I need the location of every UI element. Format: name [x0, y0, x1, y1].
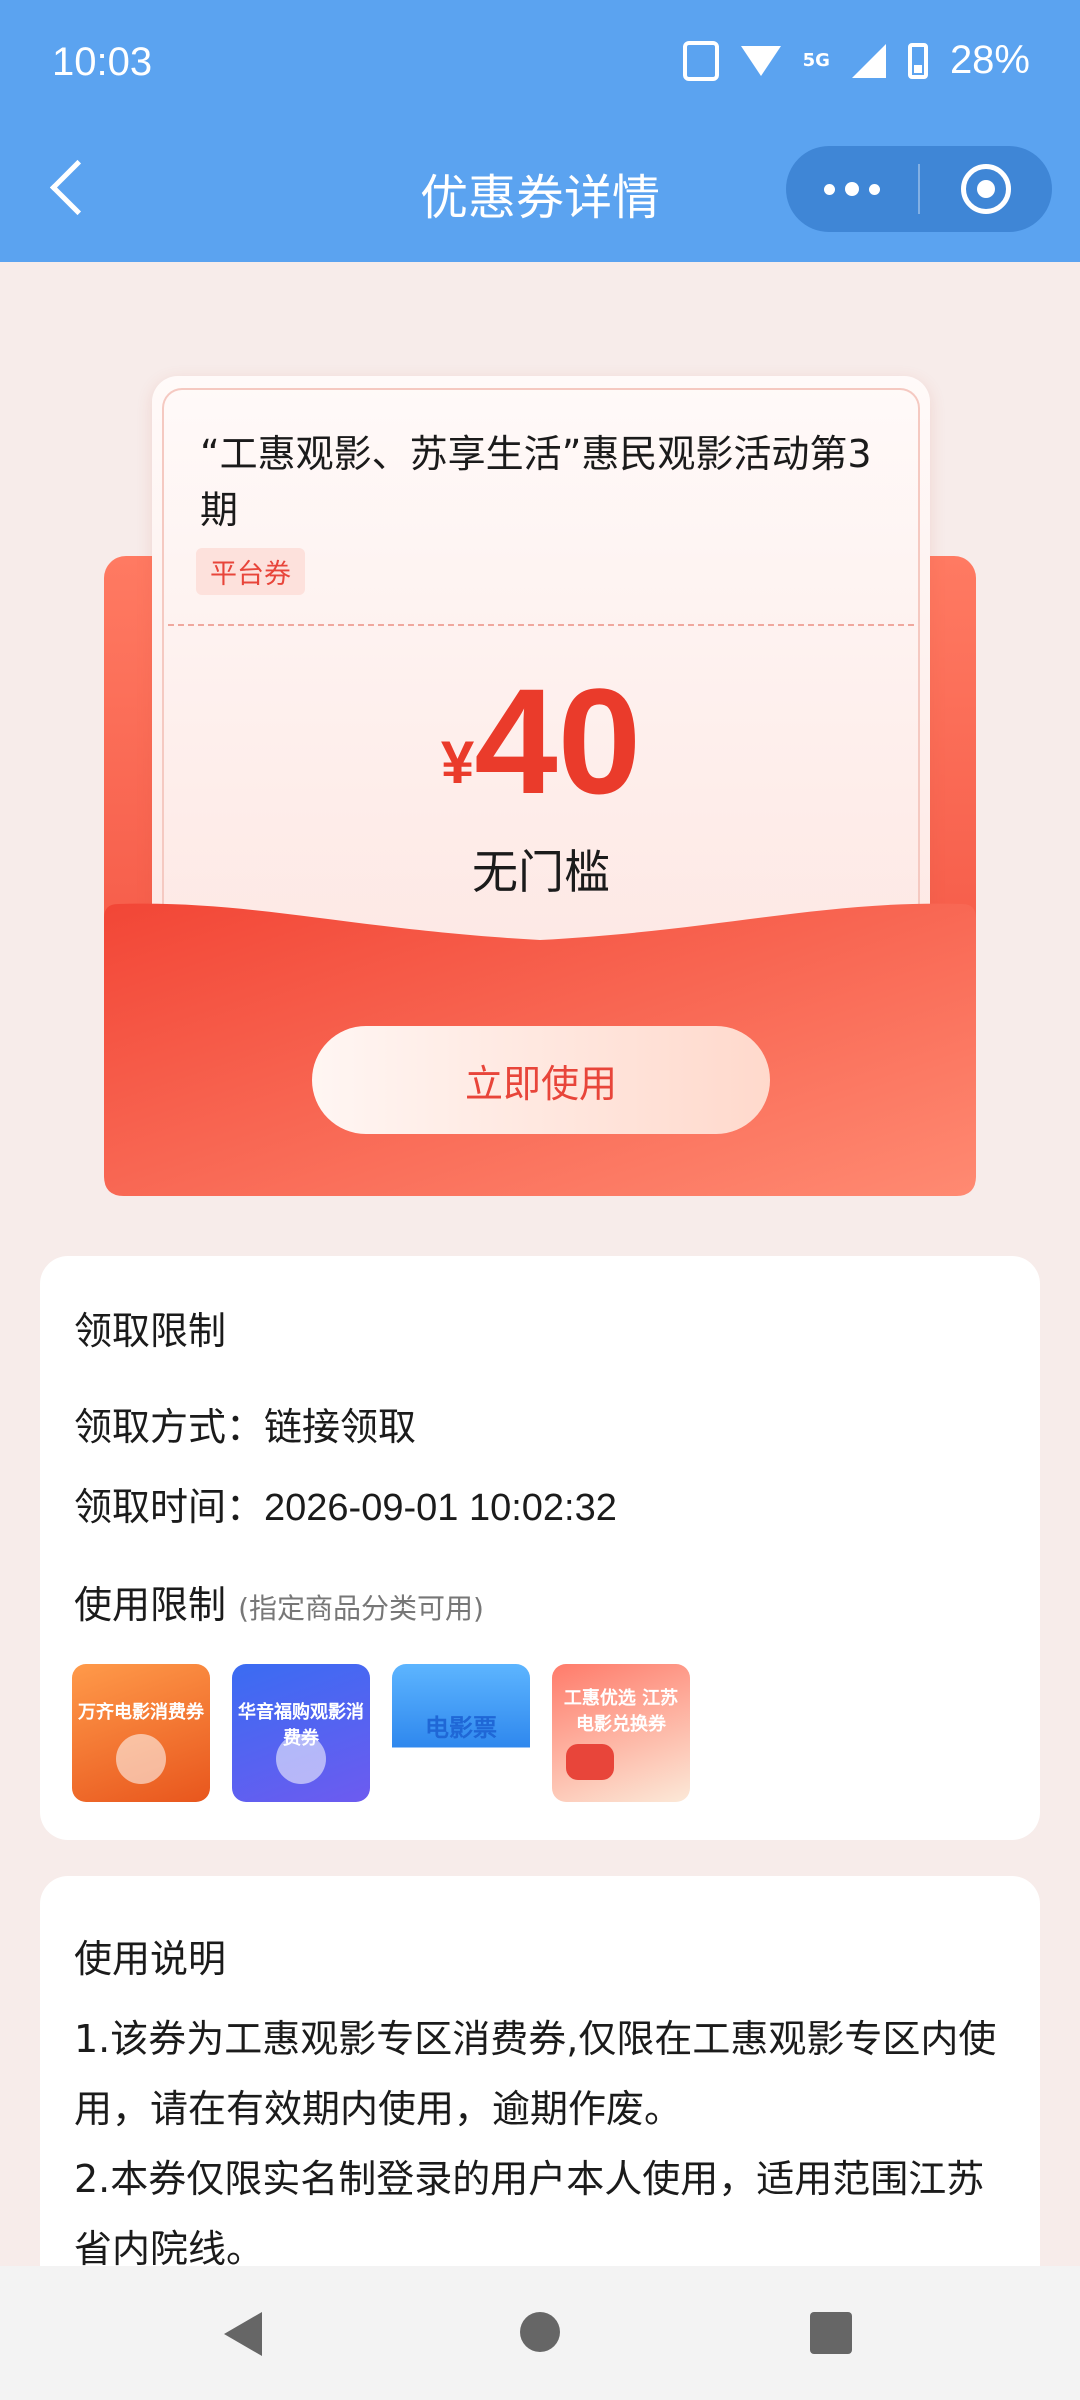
coupon-amount: ¥40	[152, 666, 930, 816]
claim-limit-title: 领取限制	[74, 1309, 227, 1353]
dot-icon	[869, 183, 880, 195]
close-miniapp-button[interactable]	[920, 146, 1052, 232]
instruction-line-2: 2.本券仅限实名制登录的用户本人使用，适用范围江苏省内院线。	[74, 2157, 985, 2271]
product-thumb-film-voucher[interactable]: 华音福购观影消费券	[232, 1664, 370, 1802]
coupon-condition: 无门槛	[472, 845, 610, 899]
dot-icon	[845, 182, 859, 196]
claim-time-value: 2026-09-01 10:02:32	[264, 1487, 617, 1529]
claim-method-value: 链接领取	[264, 1405, 417, 1449]
battery-percent: 28%	[949, 38, 1030, 82]
product-thumb-exchange-voucher[interactable]: 工惠优选 江苏电影兑换券	[552, 1664, 690, 1802]
use-now-button[interactable]: 立即使用	[312, 1026, 770, 1134]
product-thumbnails: 万齐电影消费券 华音福购观影消费券 电影票 工惠优选 江苏电影兑换券	[72, 1664, 690, 1802]
usage-limit-note: (指定商品分类可用)	[238, 1592, 484, 1625]
dot-icon	[824, 183, 835, 195]
nav-back-icon[interactable]	[224, 2312, 262, 2356]
film-reel-icon	[276, 1734, 326, 1784]
claim-time-row: 领取时间：2026-09-01 10:02:32	[74, 1476, 617, 1531]
product-thumb-movie-voucher[interactable]: 万齐电影消费券	[72, 1664, 210, 1802]
nav-home-icon[interactable]	[520, 2312, 560, 2352]
wifi-icon	[740, 45, 781, 76]
exchange-voucher-icon	[566, 1744, 614, 1780]
claim-method-label: 领取方式：	[74, 1405, 265, 1449]
movie-voucher-icon	[116, 1734, 166, 1784]
currency-symbol: ¥	[440, 729, 475, 796]
usage-limit-title: 使用限制	[74, 1583, 227, 1627]
instruction-line-1: 1.该券为工惠观影专区消费券,仅限在工惠观影专区内使用，请在有效期内使用，逾期作…	[74, 2017, 997, 2131]
nfc-icon	[682, 40, 719, 81]
claim-time-label: 领取时间：	[74, 1485, 265, 1529]
network-type: 5G	[802, 49, 830, 71]
status-time: 10:03	[52, 40, 153, 84]
top-bar: 10:03 5G 28% 优惠券详情	[0, 0, 1080, 262]
nav-recents-icon[interactable]	[810, 2312, 852, 2354]
amount-value: 40	[474, 657, 642, 825]
more-button[interactable]	[786, 146, 918, 232]
usage-limit-row: 使用限制 (指定商品分类可用)	[74, 1574, 484, 1629]
battery-icon	[907, 42, 928, 79]
signal-icon	[851, 43, 886, 78]
instructions-title: 使用说明	[74, 1937, 227, 1981]
system-nav-bar	[0, 2266, 1080, 2400]
product-thumb-movie-ticket[interactable]: 电影票	[392, 1664, 530, 1802]
miniapp-capsule	[786, 146, 1052, 232]
coupon-name: “工惠观影、苏享生活”惠民观影活动第3期	[200, 432, 872, 532]
instructions-text: 1.该券为工惠观影专区消费券,仅限在工惠观影专区内使用，请在有效期内使用，逾期作…	[74, 2004, 1006, 2284]
coupon-tag: 平台券	[196, 548, 305, 595]
claim-restrictions-card: 领取限制 领取方式：链接领取 领取时间：2026-09-01 10:02:32 …	[40, 1256, 1040, 1840]
dashed-divider	[168, 624, 914, 626]
target-icon	[961, 164, 1011, 214]
claim-method-row: 领取方式：链接领取	[74, 1396, 416, 1451]
status-icons: 5G 28%	[682, 38, 1030, 83]
